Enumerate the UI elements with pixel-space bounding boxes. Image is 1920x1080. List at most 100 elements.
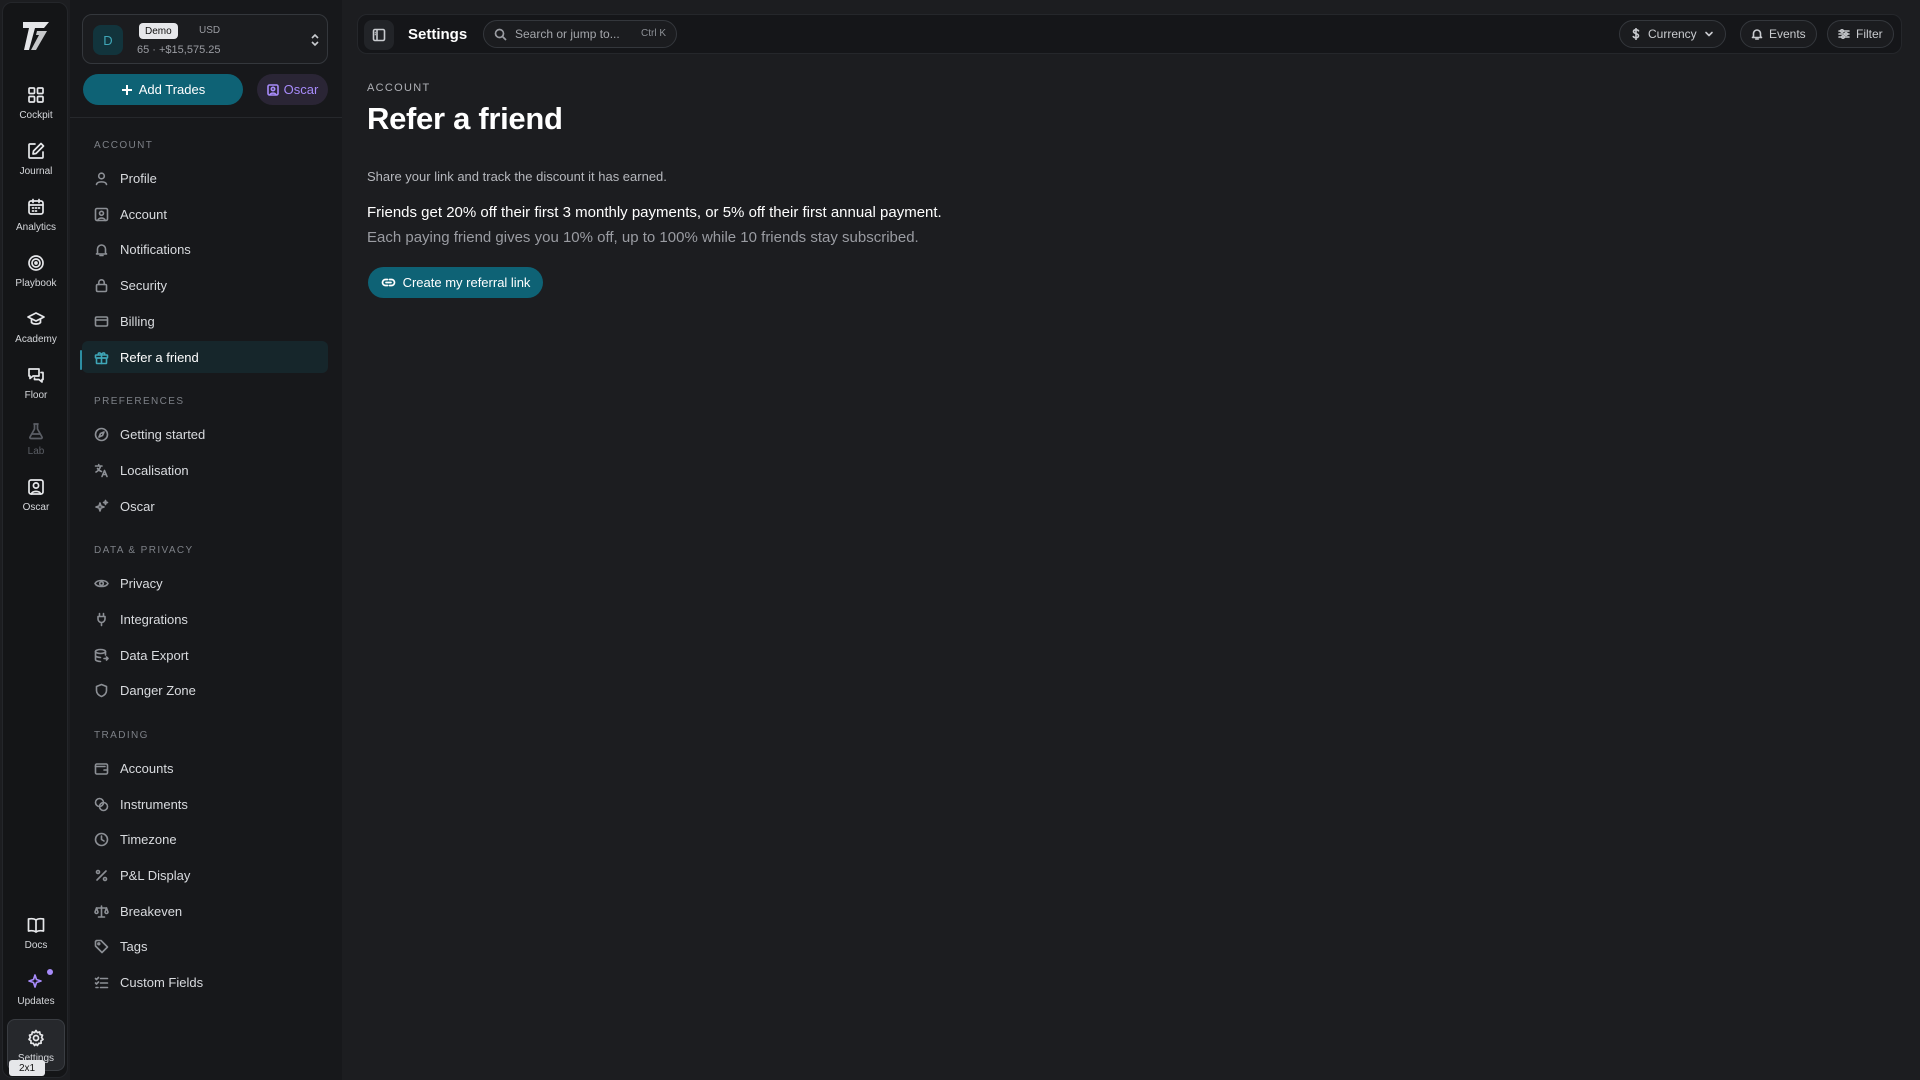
sidebar-item-label: Notifications: [120, 241, 191, 257]
translate-icon: [94, 463, 108, 477]
gift-icon: [94, 351, 109, 364]
sparkles-icon: [95, 499, 109, 512]
sidebar-item-label: Timezone: [120, 831, 177, 847]
notification-dot: [47, 969, 53, 975]
sidebar-item-data-export[interactable]: Data Export: [82, 639, 328, 671]
sidebar-item-breakeven[interactable]: Breakeven: [82, 895, 328, 927]
plug-icon: [97, 612, 106, 626]
list-checks-icon: [94, 976, 109, 988]
user-square-icon: [94, 207, 109, 221]
sidebar-item-label: Breakeven: [120, 903, 183, 919]
sidebar-item-notifications[interactable]: Notifications: [82, 233, 328, 265]
chat-icon: [28, 368, 44, 383]
user-square-icon: [28, 479, 44, 495]
sidebar-item-account[interactable]: Account: [82, 198, 328, 230]
avatar: D: [93, 25, 123, 55]
page-description: Share your link and track the discount i…: [367, 169, 667, 184]
app: Cockpit Journal Analytics Playbook Acade…: [0, 0, 1920, 1080]
rail-label: Floor: [24, 390, 48, 401]
rail-item-floor[interactable]: Floor: [7, 357, 65, 409]
sidebar-item-label: Billing: [120, 313, 155, 329]
rail-label: Playbook: [15, 278, 57, 289]
page-title: Refer a friend: [367, 101, 563, 136]
sidebar-item-tags[interactable]: Tags: [82, 930, 328, 962]
sidebar-item-label: Localisation: [120, 462, 189, 478]
sidebar-item-label: Security: [120, 277, 167, 293]
sidebar-item-privacy[interactable]: Privacy: [82, 567, 328, 599]
rail-item-playbook[interactable]: Playbook: [7, 245, 65, 297]
rail-item-analytics[interactable]: Analytics: [7, 189, 65, 241]
sidebar-item-danger-zone[interactable]: Danger Zone: [82, 674, 328, 706]
compass-icon: [94, 427, 109, 441]
account-switcher[interactable]: D Demo USD 65 · +$15,575.25: [82, 14, 328, 64]
sidebar-item-pl-display[interactable]: P&L Display: [82, 859, 328, 891]
rail-item-updates[interactable]: Updates: [7, 963, 65, 1015]
account-currency: USD: [199, 25, 221, 36]
rail-label: Cockpit: [19, 110, 53, 121]
sidebar-item-profile[interactable]: Profile: [82, 162, 328, 194]
sidebar-item-oscar[interactable]: Oscar: [82, 490, 328, 522]
sidebar-item-localisation[interactable]: Localisation: [82, 454, 328, 486]
sidebar-item-label: Custom Fields: [120, 974, 204, 990]
clock-icon: [94, 832, 109, 846]
size-badge: 2x1: [9, 1060, 45, 1076]
rail-item-academy[interactable]: Academy: [7, 301, 65, 353]
grid-icon: [28, 87, 44, 103]
panel-left-icon: [372, 28, 386, 42]
book-icon: [27, 917, 45, 933]
chevron-down-icon: [1704, 31, 1713, 37]
tag-icon: [94, 939, 109, 953]
account-summary: 65 · +$15,575.25: [137, 44, 221, 56]
sidebar-toggle-button[interactable]: [364, 20, 394, 50]
rail-item-lab[interactable]: Lab: [7, 413, 65, 465]
sidebar-item-billing[interactable]: Billing: [82, 305, 328, 337]
section-title-account: ACCOUNT: [94, 140, 154, 151]
lock-icon: [95, 278, 108, 292]
rail-item-docs[interactable]: Docs: [7, 907, 65, 959]
search-icon: [494, 28, 507, 41]
rail-label: Docs: [24, 940, 48, 951]
section-kicker: ACCOUNT: [367, 82, 431, 94]
sidebar-item-getting-started[interactable]: Getting started: [82, 418, 328, 450]
sidebar-item-custom-fields[interactable]: Custom Fields: [82, 966, 328, 998]
credit-card-icon: [94, 315, 109, 327]
sidebar-item-instruments[interactable]: Instruments: [82, 788, 328, 820]
link-icon: [381, 278, 395, 287]
page-title-topbar: Settings: [408, 26, 468, 43]
plus-icon: [121, 84, 132, 95]
sidebar-item-integrations[interactable]: Integrations: [82, 603, 328, 635]
sidebar-item-timezone[interactable]: Timezone: [82, 823, 328, 855]
app-logo-icon[interactable]: [20, 19, 52, 53]
sidebar-item-label: Data Export: [120, 647, 189, 663]
section-title-trading: TRADING: [94, 730, 149, 741]
user-square-icon: [266, 83, 279, 96]
create-referral-link-button[interactable]: Create my referral link: [368, 267, 543, 298]
rail-item-journal[interactable]: Journal: [7, 133, 65, 185]
events-label: Events: [1769, 27, 1806, 41]
events-button[interactable]: Events: [1740, 20, 1817, 48]
calendar-icon: [28, 198, 44, 215]
sidebar-item-security[interactable]: Security: [82, 269, 328, 301]
search-input[interactable]: Search or jump to... Ctrl K: [483, 20, 677, 48]
bell-icon: [1751, 29, 1763, 40]
demo-badge: Demo: [139, 23, 178, 39]
rail-label: Journal: [19, 166, 53, 177]
rail-item-oscar[interactable]: Oscar: [7, 469, 65, 521]
sidebar-item-label: Profile: [120, 170, 157, 186]
add-trades-button[interactable]: Add Trades: [83, 74, 243, 105]
search-shortcut: Ctrl K: [641, 28, 666, 39]
shield-icon: [95, 683, 108, 697]
sidebar-item-label: Refer a friend: [120, 349, 199, 365]
target-icon: [28, 255, 44, 271]
sidebar-item-label: Danger Zone: [120, 682, 196, 698]
referral-offer: Friends get 20% off their first 3 monthl…: [367, 204, 942, 221]
sidebar-item-refer-a-friend[interactable]: Refer a friend: [82, 341, 328, 373]
currency-dropdown[interactable]: Currency: [1619, 20, 1726, 48]
oscar-button[interactable]: Oscar: [257, 74, 328, 105]
rail-item-cockpit[interactable]: Cockpit: [7, 77, 65, 129]
wallet-icon: [94, 762, 109, 775]
user-icon: [95, 171, 108, 185]
sidebar-item-accounts[interactable]: Accounts: [82, 752, 328, 784]
filter-button[interactable]: Filter: [1827, 20, 1894, 48]
graduation-cap-icon: [27, 312, 45, 325]
